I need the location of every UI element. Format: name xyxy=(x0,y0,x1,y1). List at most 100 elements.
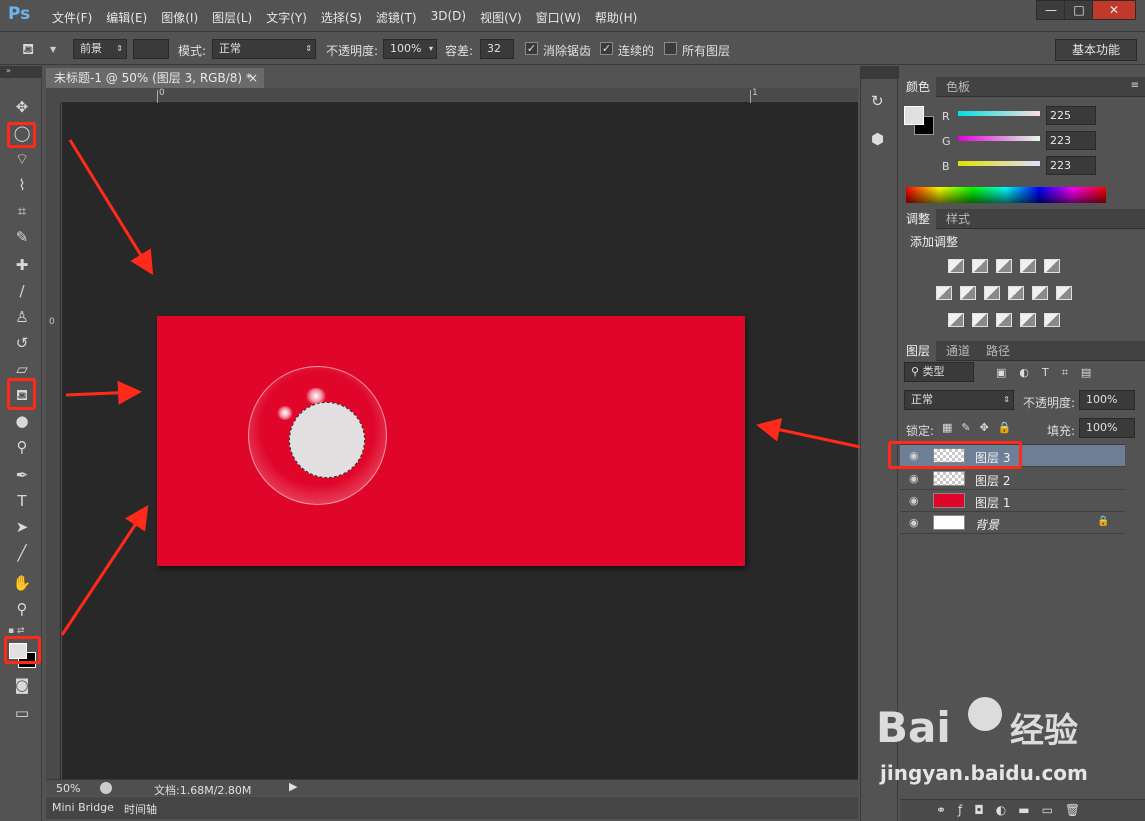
menu-3d[interactable]: 3D(D) xyxy=(431,9,466,26)
vertical-ruler[interactable]: 0 xyxy=(46,103,61,779)
line-icon[interactable]: ╱ xyxy=(10,542,34,564)
levels-icon[interactable] xyxy=(972,259,988,273)
history-brush-icon[interactable]: ↺ xyxy=(10,332,34,354)
pen-icon[interactable]: ✒ xyxy=(10,464,34,486)
quick-mask-icon[interactable]: ◙ xyxy=(10,674,34,696)
polygonal-lasso-icon[interactable]: ⌔ xyxy=(10,148,34,170)
status-info-icon[interactable] xyxy=(100,782,112,794)
type-icon[interactable]: T xyxy=(10,490,34,512)
exposure-icon[interactable] xyxy=(1020,259,1036,273)
menu-layer[interactable]: 图层(L) xyxy=(212,9,252,26)
dock-collapse-bar[interactable] xyxy=(861,66,899,79)
close-window-button[interactable]: ✕ xyxy=(1092,0,1136,20)
channel-g-value[interactable]: 223 xyxy=(1046,131,1096,150)
mode-select[interactable]: 正常 ⇕ xyxy=(212,39,316,59)
tab-styles[interactable]: 样式 xyxy=(940,209,976,229)
tab-adjustments[interactable]: 调整 xyxy=(900,209,937,229)
photo-filter-icon[interactable] xyxy=(1008,286,1024,300)
move-icon[interactable]: ✥ xyxy=(10,96,34,118)
tab-channels[interactable]: 通道 xyxy=(940,341,976,361)
gradient-map-icon[interactable] xyxy=(1044,313,1060,327)
eye-icon[interactable]: ◉ xyxy=(909,516,919,529)
blend-mode-select[interactable]: 正常 ⇕ xyxy=(904,390,1014,410)
eye-icon[interactable]: ◉ xyxy=(909,472,919,485)
layer-filter-icons[interactable]: ▣◐T⌗▤ xyxy=(996,366,1104,380)
layer-filter-select[interactable]: ⚲ 类型 xyxy=(904,362,974,382)
maximize-button[interactable]: □ xyxy=(1064,0,1094,20)
layer-opacity-field[interactable]: 100% xyxy=(1079,390,1135,410)
color-balance-icon[interactable] xyxy=(960,286,976,300)
fill-field[interactable]: 100% xyxy=(1079,418,1135,438)
contiguous-checkbox[interactable]: ✓ xyxy=(600,42,613,55)
crop-icon[interactable]: ⌗ xyxy=(10,200,34,222)
invert-icon[interactable] xyxy=(948,313,964,327)
eyedropper-icon[interactable]: ✎ xyxy=(10,226,34,248)
history-panel-icon[interactable]: ↻ xyxy=(871,92,884,110)
menu-view[interactable]: 视图(V) xyxy=(480,9,522,26)
close-document-icon[interactable]: × xyxy=(248,68,258,88)
zoom-icon[interactable]: ⚲ xyxy=(10,598,34,620)
dodge-icon[interactable]: ⚲ xyxy=(10,436,34,458)
fill-source-select[interactable]: 前景 ⇕ xyxy=(73,39,127,59)
zoom-level[interactable]: 50% xyxy=(56,782,80,795)
tab-swatches[interactable]: 色板 xyxy=(940,77,976,97)
channel-mixer-icon[interactable] xyxy=(1032,286,1048,300)
minimize-button[interactable]: — xyxy=(1036,0,1066,20)
path-selection-icon[interactable]: ➤ xyxy=(10,516,34,538)
menu-help[interactable]: 帮助(H) xyxy=(595,9,637,26)
vibrance-icon[interactable] xyxy=(1044,259,1060,273)
tolerance-field[interactable]: 32 xyxy=(480,39,514,59)
quick-select-icon[interactable]: ⌇ xyxy=(10,174,34,196)
hand-icon[interactable]: ✋ xyxy=(10,572,34,594)
antialias-checkbox[interactable]: ✓ xyxy=(525,42,538,55)
spot-healing-icon[interactable]: ✚ xyxy=(10,254,34,276)
layer-row-1[interactable]: ◉ 图层 1 xyxy=(900,490,1125,512)
blur-icon[interactable]: ● xyxy=(10,410,34,432)
channel-b-slider[interactable] xyxy=(958,161,1040,166)
3d-panel-icon[interactable]: ⬢ xyxy=(871,130,884,148)
tab-layers[interactable]: 图层 xyxy=(900,341,937,361)
document-tab[interactable]: 未标题-1 @ 50% (图层 3, RGB/8) * × xyxy=(46,68,264,88)
pattern-picker[interactable] xyxy=(133,39,169,59)
black-white-icon[interactable] xyxy=(984,286,1000,300)
tab-paths[interactable]: 路径 xyxy=(980,341,1016,361)
swap-colors-icon[interactable]: ▪ ⇄ xyxy=(8,626,25,636)
selective-color-icon[interactable] xyxy=(1020,313,1036,327)
horizontal-ruler[interactable]: 0 1 xyxy=(62,88,858,103)
color-lookup-icon[interactable] xyxy=(1056,286,1072,300)
preset-dropdown-arrow-icon[interactable]: ▼ xyxy=(50,45,56,54)
collapse-icon[interactable]: » xyxy=(0,66,42,78)
clone-stamp-icon[interactable]: ♙ xyxy=(10,306,34,328)
screen-mode-icon[interactable]: ▭ xyxy=(10,702,34,724)
channel-r-value[interactable]: 225 xyxy=(1046,106,1096,125)
lock-icons[interactable]: ▦✎✥🔒 xyxy=(942,421,1021,434)
hue-saturation-icon[interactable] xyxy=(936,286,952,300)
channel-b-value[interactable]: 223 xyxy=(1046,156,1096,175)
foreground-color-swatch[interactable] xyxy=(9,643,27,659)
paint-bucket-preset-icon[interactable]: ⛾ xyxy=(22,40,34,60)
panel-menu-icon[interactable]: ≡ xyxy=(1131,80,1139,91)
menu-filter[interactable]: 滤镜(T) xyxy=(376,9,417,26)
menu-file[interactable]: 文件(F) xyxy=(52,9,92,26)
menu-type[interactable]: 文字(Y) xyxy=(266,9,307,26)
channel-g-slider[interactable] xyxy=(958,136,1040,141)
color-spectrum[interactable] xyxy=(906,187,1106,203)
tab-color[interactable]: 颜色 xyxy=(900,77,937,97)
menu-edit[interactable]: 编辑(E) xyxy=(106,9,147,26)
menu-image[interactable]: 图像(I) xyxy=(161,9,198,26)
eraser-icon[interactable]: ▱ xyxy=(10,358,34,380)
layer-row-2[interactable]: ◉ 图层 2 xyxy=(900,468,1125,490)
color-fg-swatch[interactable] xyxy=(904,106,924,125)
document-image[interactable] xyxy=(157,316,745,566)
menu-select[interactable]: 选择(S) xyxy=(321,9,362,26)
posterize-icon[interactable] xyxy=(972,313,988,327)
menu-window[interactable]: 窗口(W) xyxy=(536,9,581,26)
opacity-field[interactable]: 100% ▾ xyxy=(383,39,437,59)
status-menu-arrow-icon[interactable]: ▶ xyxy=(289,780,297,793)
curves-icon[interactable] xyxy=(996,259,1012,273)
eye-icon[interactable]: ◉ xyxy=(909,494,919,507)
layer-row-background[interactable]: ◉ 背景 🔒 xyxy=(900,512,1125,534)
tab-mini-bridge[interactable]: Mini Bridge xyxy=(52,801,114,814)
brush-icon[interactable]: ∕ xyxy=(10,280,34,302)
layers-footer-icons[interactable]: ⚭ƒ◘◐▬▭🗑 xyxy=(936,803,1092,817)
